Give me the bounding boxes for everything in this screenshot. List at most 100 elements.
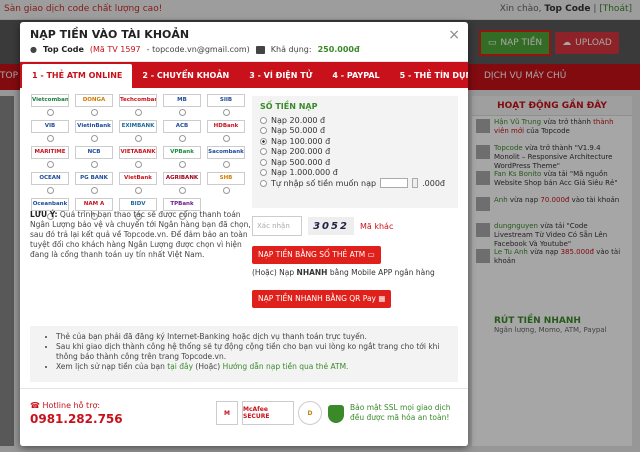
bank-option[interactable]: VIB — [30, 120, 70, 146]
custom-amount-input[interactable] — [380, 178, 409, 189]
amount-option[interactable]: Nạp 50.000 đ — [260, 126, 450, 137]
bank-option[interactable]: NCB — [74, 146, 114, 172]
bank-option[interactable]: VPBank — [162, 146, 202, 172]
bank-radio[interactable] — [222, 161, 230, 168]
bank-radio[interactable] — [90, 187, 98, 194]
amount-label: Nạp 100.000 đ — [271, 136, 331, 146]
bank-option[interactable]: SHB — [206, 172, 246, 198]
bank-radio[interactable] — [178, 135, 186, 142]
bank-radio[interactable] — [222, 135, 230, 142]
bank-radio[interactable] — [134, 109, 142, 116]
amount-option[interactable]: Nạp 500.000 đ — [260, 157, 450, 168]
close-icon[interactable]: × — [448, 27, 460, 43]
bank-grid: Vietcombank DONGA Techcombank MB SIIB VIB Viet… — [30, 94, 245, 224]
bank-radio[interactable] — [46, 161, 54, 168]
bank-radio[interactable] — [222, 109, 230, 116]
custom-amount-option[interactable]: Tự nhập số tiền muốn nạp .000đ — [260, 178, 450, 189]
bank-option[interactable]: PG BANK — [74, 172, 114, 198]
bank-option[interactable]: VietBank — [118, 172, 158, 198]
bank-logo[interactable]: MARITIME — [31, 146, 69, 159]
bank-radio[interactable] — [178, 109, 186, 116]
amount-panel: SỐ TIỀN NẠP Nạp 20.000 đ Nạp 50.000 đ Nạp … — [252, 96, 458, 208]
bank-radio[interactable] — [46, 187, 54, 194]
bank-logo[interactable]: VPBank — [163, 146, 201, 159]
bank-logo[interactable]: AGRIBANK — [163, 172, 201, 185]
hotline-number[interactable]: 0981.282.756 — [30, 412, 123, 426]
amount-radio[interactable] — [260, 158, 267, 166]
amount-option[interactable]: Nạp 200.000 đ — [260, 147, 450, 158]
captcha-image: 3052 — [308, 217, 354, 235]
bank-logo[interactable]: Vietcombank — [31, 94, 69, 107]
atm-deposit-button[interactable]: NẠP TIỀN BẰNG SỐ THẺ ATM ▭ — [252, 246, 381, 264]
amount-radio[interactable] — [260, 169, 267, 177]
bank-option[interactable]: HDBank — [206, 120, 246, 146]
bank-option[interactable]: VIETABANK — [118, 146, 158, 172]
bank-option[interactable]: OCEAN — [30, 172, 70, 198]
bank-logo[interactable]: SHB — [207, 172, 245, 185]
bank-radio[interactable] — [134, 187, 142, 194]
bank-logo[interactable]: VietinBank — [75, 120, 113, 133]
custom-amount-radio[interactable] — [260, 179, 267, 187]
bank-option[interactable]: Sacombank — [206, 146, 246, 172]
tab-5[interactable]: 5 - THẺ TÍN DỤNG — [390, 64, 468, 88]
tab-3[interactable]: 3 - VÍ ĐIỆN TỬ — [239, 64, 322, 88]
bank-logo[interactable]: VietBank — [119, 172, 157, 185]
bank-logo[interactable]: EXIMBANK — [119, 120, 157, 133]
bank-logo[interactable]: Techcombank — [119, 94, 157, 107]
bank-radio[interactable] — [178, 161, 186, 168]
tab-2[interactable]: 2 - CHUYỂN KHOẢN — [132, 64, 239, 88]
bank-radio[interactable] — [46, 135, 54, 142]
amount-option[interactable]: Nạp 100.000 đ — [260, 136, 450, 147]
bank-option[interactable]: Vietcombank — [30, 94, 70, 120]
tab-4[interactable]: 4 - PAYPAL — [322, 64, 389, 88]
hotline-label: ☎ Hotline hỗ trợ: — [30, 401, 101, 410]
bank-radio[interactable] — [90, 109, 98, 116]
bank-logo[interactable]: HDBank — [207, 120, 245, 133]
bank-logo[interactable]: VIB — [31, 120, 69, 133]
bank-radio[interactable] — [90, 161, 98, 168]
amount-radio[interactable] — [260, 116, 267, 124]
bank-radio[interactable] — [46, 109, 54, 116]
account-email: - topcode.vn@gmail.com) — [146, 45, 250, 54]
bank-logo[interactable]: ACB — [163, 120, 201, 133]
bank-logo[interactable]: OCEAN — [31, 172, 69, 185]
bank-option[interactable]: DONGA — [74, 94, 114, 120]
bank-option[interactable]: Techcombank — [118, 94, 158, 120]
bank-logo[interactable]: MB — [163, 94, 201, 107]
guide-link[interactable]: Hướng dẫn nạp tiền qua thẻ ATM. — [223, 362, 349, 371]
amount-option[interactable]: Nạp 20.000 đ — [260, 115, 450, 126]
bank-option[interactable]: MB — [162, 94, 202, 120]
captcha-input[interactable]: Xác nhận — [252, 216, 302, 236]
custom-amount-stepper[interactable] — [412, 178, 419, 189]
amount-label: Nạp 200.000 đ — [271, 147, 331, 157]
amount-title: SỐ TIỀN NẠP — [260, 102, 318, 111]
amount-option[interactable]: Nạp 1.000.000 đ — [260, 168, 450, 179]
bank-option[interactable]: ACB — [162, 120, 202, 146]
amount-radio[interactable] — [260, 148, 267, 156]
bank-option[interactable]: SIIB — [206, 94, 246, 120]
account-info: ● Top Code (Mã TV 1597 - topcode.vn@gmai… — [30, 45, 458, 54]
card-icon: ▭ — [367, 250, 375, 259]
amount-radio[interactable] — [260, 137, 267, 145]
bank-radio[interactable] — [222, 187, 230, 194]
bank-radio[interactable] — [134, 135, 142, 142]
bank-radio[interactable] — [134, 161, 142, 168]
bank-logo[interactable]: VIETABANK — [119, 146, 157, 159]
captcha-refresh-link[interactable]: Mã khác — [360, 222, 393, 231]
qr-pay-button[interactable]: NẠP TIỀN NHANH BẰNG QR Pay ▦ — [252, 290, 392, 308]
tab-1[interactable]: 1 - THẺ ATM ONLINE — [22, 64, 133, 88]
bank-logo[interactable]: DONGA — [75, 94, 113, 107]
amount-radio[interactable] — [260, 127, 267, 135]
phone-icon: ☎ — [30, 401, 40, 410]
bank-option[interactable]: VietinBank — [74, 120, 114, 146]
bank-logo[interactable]: PG BANK — [75, 172, 113, 185]
bank-radio[interactable] — [178, 187, 186, 194]
history-link[interactable]: tại đây — [167, 362, 193, 371]
bank-logo[interactable]: SIIB — [207, 94, 245, 107]
bank-option[interactable]: MARITIME — [30, 146, 70, 172]
bank-radio[interactable] — [90, 135, 98, 142]
bank-option[interactable]: EXIMBANK — [118, 120, 158, 146]
bank-logo[interactable]: Sacombank — [207, 146, 245, 159]
bank-logo[interactable]: NCB — [75, 146, 113, 159]
bank-option[interactable]: AGRIBANK — [162, 172, 202, 198]
